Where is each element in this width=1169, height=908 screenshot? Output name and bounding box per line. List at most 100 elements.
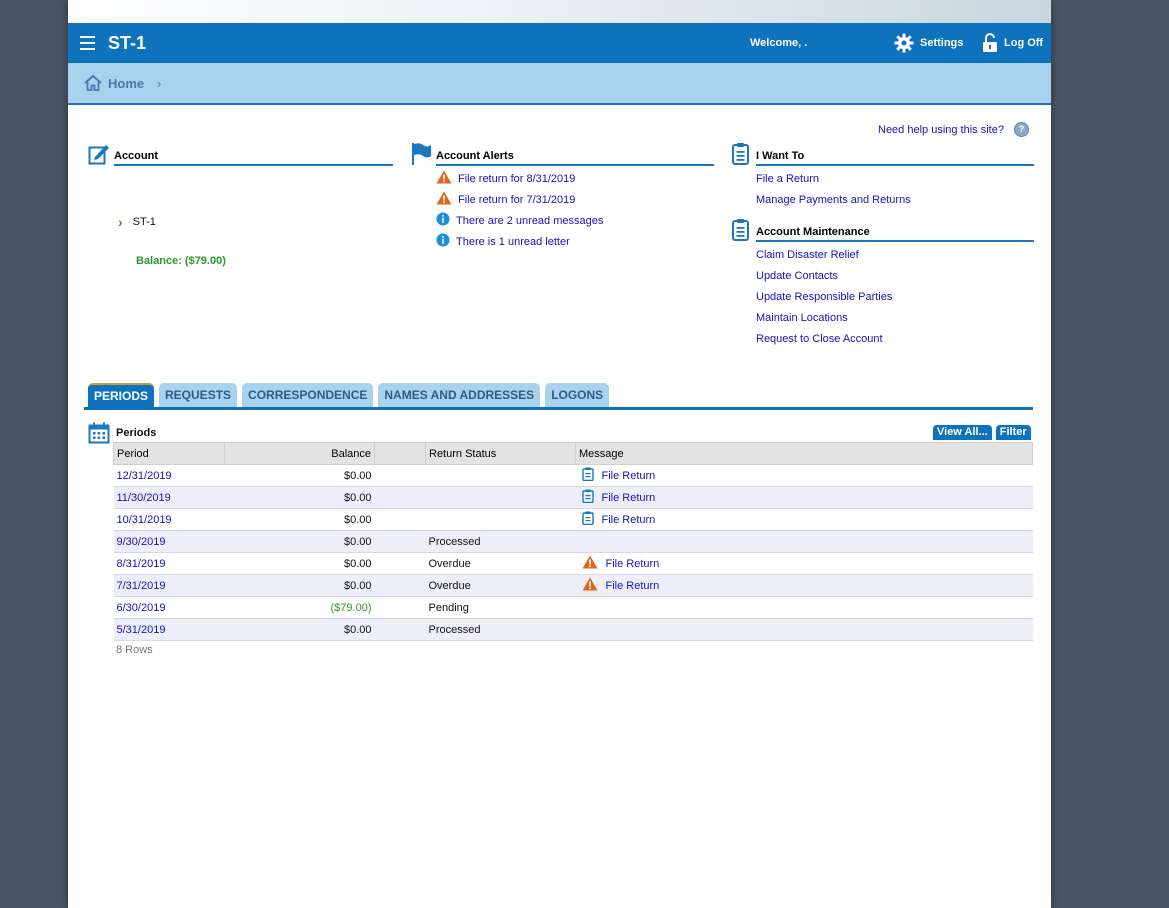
period-link[interactable]: 8/31/2019	[117, 558, 166, 570]
maintenance-item[interactable]: Claim Disaster Relief	[730, 244, 1034, 265]
col-blank	[374, 442, 426, 465]
period-link[interactable]: 12/31/2019	[117, 470, 172, 482]
logoff-button[interactable]: Log Off	[982, 33, 1043, 53]
gear-icon	[894, 33, 914, 53]
info-icon	[436, 212, 450, 229]
iwantto-section: I Want To File a Return Manage Payments a…	[730, 143, 1034, 349]
maintenance-item-link[interactable]: Update Contacts	[756, 270, 838, 282]
alerts-section: Account Alerts File return for 8/31/2019…	[410, 143, 714, 252]
maintenance-item[interactable]: Request to Close Account	[730, 328, 1034, 349]
col-balance[interactable]: Balance	[224, 442, 375, 465]
alert-item[interactable]: File return for 8/31/2019	[410, 168, 714, 189]
calendar-icon	[88, 422, 110, 444]
message-cell: File Return	[575, 486, 1033, 509]
alert-link[interactable]: There are 2 unread messages	[456, 215, 603, 227]
maintenance-item-link[interactable]: Claim Disaster Relief	[756, 249, 859, 261]
period-link[interactable]: 10/31/2019	[117, 514, 172, 526]
iwantto-item[interactable]: Manage Payments and Returns	[730, 189, 1034, 210]
period-cell: 9/30/2019	[113, 530, 225, 553]
status-cell	[425, 464, 576, 487]
tab-correspondence[interactable]: CORRESPONDENCE	[242, 383, 374, 407]
clipboard-icon	[581, 511, 594, 528]
alert-link[interactable]: File return for 8/31/2019	[458, 173, 575, 185]
filter-button[interactable]: Filter	[995, 425, 1031, 440]
account-id[interactable]: ST-1	[133, 216, 156, 228]
alert-item[interactable]: File return for 7/31/2019	[410, 189, 714, 210]
period-link[interactable]: 5/31/2019	[117, 624, 166, 636]
col-period[interactable]: Period	[113, 442, 225, 465]
clipboard-icon	[732, 143, 749, 165]
breadcrumb-home[interactable]: Home	[84, 75, 144, 91]
blank-cell	[374, 552, 426, 575]
alert-item[interactable]: There are 2 unread messages	[410, 210, 714, 231]
file-return-link[interactable]: File Return	[602, 514, 656, 526]
maintenance-item-link[interactable]: Maintain Locations	[756, 312, 848, 324]
maintenance-item[interactable]: Update Contacts	[730, 265, 1034, 286]
iwantto-item[interactable]: File a Return	[730, 168, 1034, 189]
menu-icon[interactable]	[80, 36, 95, 50]
table-row: 5/31/2019 $0.00 Processed	[113, 618, 1033, 641]
help-icon[interactable]: ?	[1013, 122, 1029, 137]
blank-cell	[374, 486, 426, 509]
alert-item[interactable]: There is 1 unread letter	[410, 231, 714, 252]
lock-icon	[983, 33, 997, 52]
period-cell: 10/31/2019	[113, 508, 225, 531]
file-return-link[interactable]: File Return	[606, 558, 660, 570]
balance-cell: $0.00	[224, 464, 375, 487]
grid-title: Periods	[88, 422, 156, 444]
file-return-link[interactable]: File Return	[602, 470, 656, 482]
main-page: ST-1 Welcome, . Settings Log Off Home › …	[68, 0, 1051, 908]
period-link[interactable]: 11/30/2019	[117, 492, 171, 504]
home-icon	[84, 75, 102, 91]
status-cell: Processed	[425, 618, 576, 641]
table-row: 8/31/2019 $0.00 Overdue File Return	[113, 552, 1033, 575]
table-row: 10/31/2019 $0.00 File Return	[113, 508, 1033, 531]
status-cell	[425, 486, 576, 509]
file-return-link[interactable]: File Return	[602, 492, 656, 504]
period-cell: 11/30/2019	[113, 486, 225, 509]
col-return-status[interactable]: Return Status	[425, 442, 576, 465]
balance-cell: ($79.00)	[224, 596, 375, 619]
status-cell	[425, 508, 576, 531]
message-cell: File Return	[575, 574, 1033, 597]
balance-cell: $0.00	[224, 486, 375, 509]
tab-logons[interactable]: LOGONS	[545, 383, 610, 407]
period-cell: 7/31/2019	[113, 574, 225, 597]
clipboard-icon	[581, 489, 594, 506]
breadcrumb: Home ›	[68, 63, 1051, 105]
message-cell: File Return	[575, 464, 1033, 487]
maintenance-item-link[interactable]: Update Responsible Parties	[756, 291, 892, 303]
table-header: Period Balance Return Status Message	[113, 442, 1033, 465]
help-text[interactable]: Need help using this site?	[878, 124, 1004, 136]
edit-icon	[88, 145, 109, 165]
tab-requests[interactable]: REQUESTS	[159, 383, 238, 407]
settings-button[interactable]: Settings	[894, 33, 963, 53]
period-link[interactable]: 6/30/2019	[117, 602, 166, 614]
tab-periods[interactable]: PERIODS	[88, 383, 155, 407]
file-return-link[interactable]: File Return	[606, 580, 660, 592]
warning-icon	[436, 191, 452, 208]
blank-cell	[374, 530, 426, 553]
iwantto-item-link[interactable]: File a Return	[756, 173, 819, 185]
tab-bar: PERIODS REQUESTS CORRESPONDENCE NAMES AND A…	[88, 383, 610, 407]
help-link[interactable]: Need help using this site? ?	[878, 122, 1029, 137]
period-link[interactable]: 7/31/2019	[117, 580, 166, 592]
view-all-button[interactable]: View All...	[933, 425, 992, 440]
maintenance-item[interactable]: Update Responsible Parties	[730, 286, 1034, 307]
maintenance-item[interactable]: Maintain Locations	[730, 307, 1034, 328]
row-count: 8 Rows	[116, 644, 153, 656]
iwantto-item-link[interactable]: Manage Payments and Returns	[756, 194, 911, 206]
maintenance-item-link[interactable]: Request to Close Account	[756, 333, 883, 345]
tab-names-and-addresses[interactable]: NAMES AND ADDRESSES	[378, 383, 541, 407]
period-link[interactable]: 9/30/2019	[117, 536, 166, 548]
col-message[interactable]: Message	[575, 442, 1033, 465]
account-row[interactable]: › ST-1	[118, 214, 156, 230]
alert-link[interactable]: File return for 7/31/2019	[458, 194, 575, 206]
message-cell: File Return	[575, 552, 1033, 575]
alert-link[interactable]: There is 1 unread letter	[456, 236, 570, 248]
chevron-right-icon[interactable]: ›	[118, 214, 123, 230]
info-icon	[436, 233, 450, 250]
warning-icon	[582, 555, 598, 572]
alerts-heading: Account Alerts	[436, 150, 514, 162]
period-cell: 12/31/2019	[113, 464, 225, 487]
